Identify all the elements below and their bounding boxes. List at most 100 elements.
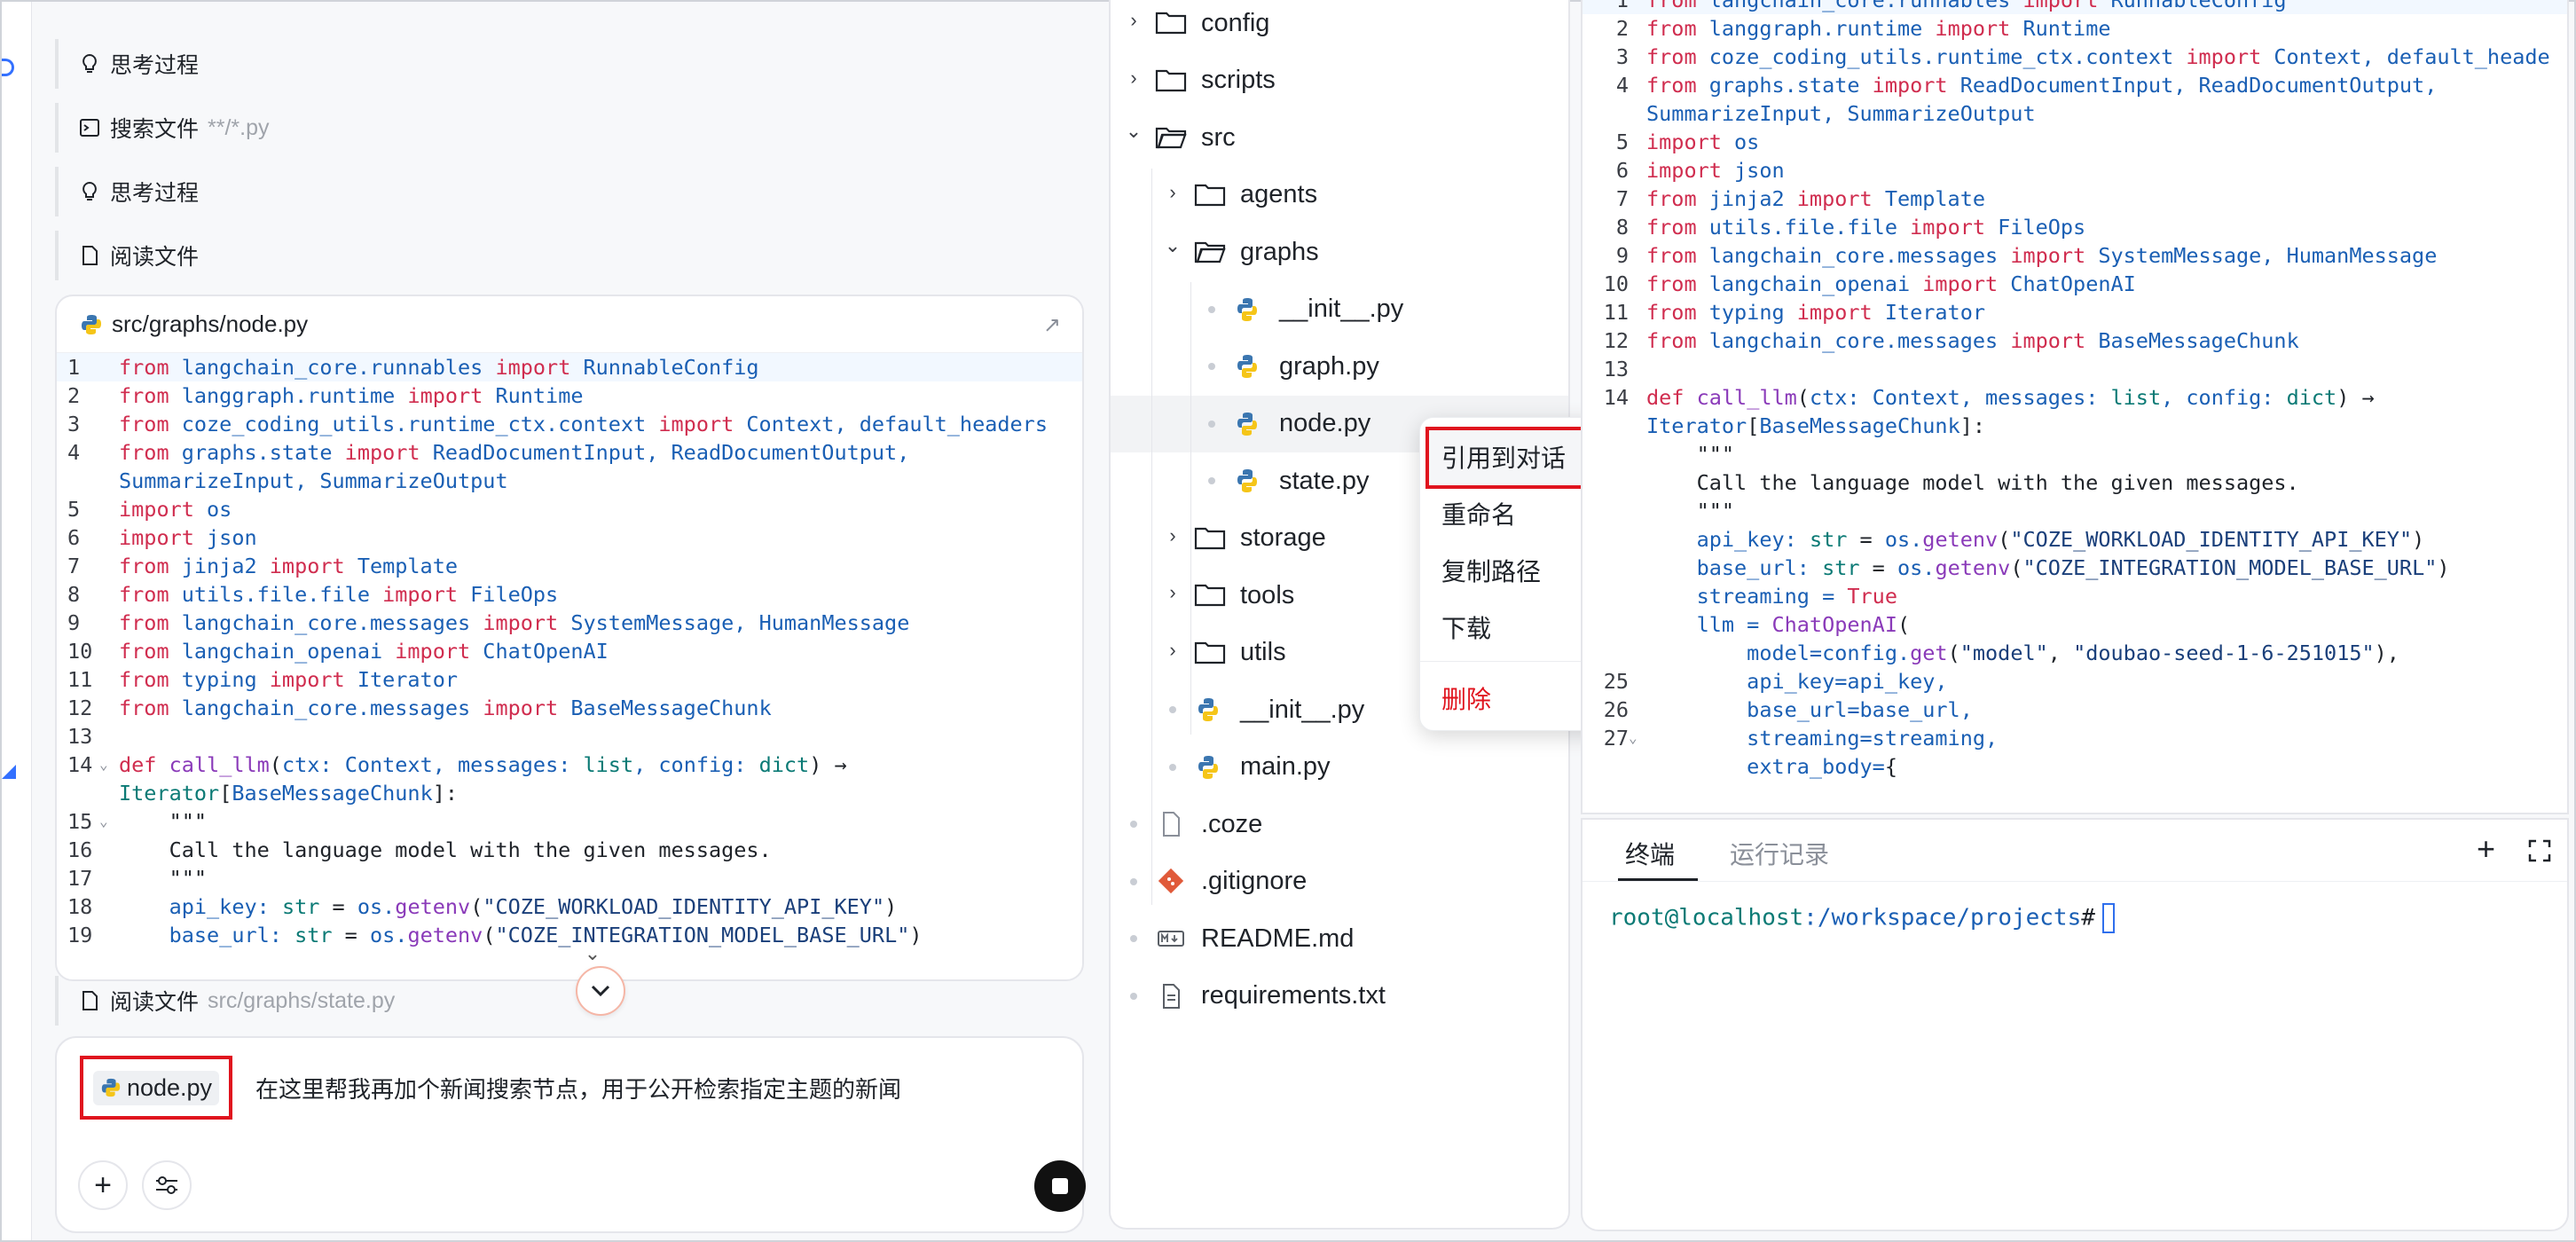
step-item[interactable]: 思考过程 [55,167,1084,216]
chevron-right-icon[interactable]: › [1164,581,1182,604]
tree-file[interactable]: .gitignore [1111,853,1568,910]
menu-item-rename[interactable]: 重命名 [1441,496,1516,531]
menu-item-delete[interactable]: 删除 [1441,680,1491,716]
open-external-icon[interactable]: ↗ [1043,312,1061,338]
line-number: 27 ⌄ [1603,724,1637,752]
tree-file[interactable]: .coze [1111,796,1568,853]
code-token: """ [119,866,208,891]
code-token: [ [1747,413,1760,438]
code-token: ) [909,923,923,947]
chevron-right-icon[interactable]: › [1125,9,1143,32]
fullscreen-icon[interactable] [2528,839,2551,862]
tree-file[interactable]: README.md [1111,910,1568,967]
menu-item-copy-path[interactable]: 复制路径 [1441,553,1541,588]
file-reference-chip[interactable]: node.py [92,1070,220,1105]
menu-item-quote-to-chat[interactable]: 引用到对话 [1441,439,1566,475]
code-token: langchain_core.messages [169,696,483,720]
tree-folder[interactable]: ⌄ src [1111,109,1568,166]
code-line: Call the language model with the given m… [1583,468,2567,497]
code-token: import [407,383,483,408]
code-text: import os [1646,128,1759,156]
lightbulb-icon [82,181,97,200]
settings-sliders-button[interactable] [142,1160,192,1210]
line-number: 3 [1615,44,1629,69]
line-number: 3 [67,412,81,436]
code-token: call_llm [1684,385,1797,410]
code-token: get [1910,641,1948,665]
menu-item-download[interactable]: 下载 [1441,609,1491,645]
fold-chevron-icon[interactable]: ⌄ [99,751,108,779]
line-number: 1 [67,355,81,380]
chevron-right-icon[interactable]: › [1164,181,1182,204]
code-line: 4 from graphs.state import ReadDocumentIn… [57,438,1082,467]
line-number: 5 [67,497,81,522]
code-token: utils.file.file [1696,215,1911,240]
left-edge-strip [2,2,32,1240]
code-token: os. [1897,555,1936,580]
code-token: "doubao-seed-1-6-251015" [2073,641,2375,665]
scroll-more-chevron-icon[interactable]: ⌄ [577,942,609,964]
code-line: 3 from coze_coding_utils.runtime_ctx.cont… [57,410,1082,438]
tree-file[interactable]: main.py [1111,739,1568,796]
code-editor[interactable]: 1 from langchain_core.runnables import Ru… [1581,0,2569,814]
chevron-right-icon[interactable]: › [1164,639,1182,662]
step-item[interactable]: 搜索文件 **/*.py [55,103,1084,153]
code-line: 14 ⌄ def call_llm(ctx: Context, messages: … [57,751,1082,779]
step-item[interactable]: 阅读文件 [55,231,1084,280]
chevron-right-icon[interactable]: › [1125,67,1143,90]
tab-run-log[interactable]: 运行记录 [1730,836,1829,871]
fold-chevron-icon[interactable]: ⌄ [99,807,108,836]
chat-input-box[interactable]: node.py 在这里帮我再加个新闻搜索节点，用于公开检索指定主题的新闻 + [55,1036,1086,1233]
tree-folder[interactable]: ⌄ graphs [1111,224,1568,280]
chat-input-text[interactable]: 在这里帮我再加个新闻搜索节点，用于公开检索指定主题的新闻 [255,1072,901,1104]
tree-file[interactable]: requirements.txt [1111,968,1568,1025]
step-read-file-state[interactable]: 阅读文件 src/graphs/state.py [55,976,1084,1026]
code-token: extra_body= [1646,754,1885,779]
code-token: from [1646,44,1697,69]
tree-file[interactable]: __init__.py [1111,281,1568,338]
python-file-icon [82,314,101,334]
bullet-icon [1130,992,1137,1000]
line-number: 14 [1603,385,1629,410]
line-number: 13 [1603,357,1629,381]
terminal-panel[interactable]: 终端 运行记录 + root@localhost:/workspace/proj… [1581,818,2569,1231]
tree-folder[interactable]: › config [1111,0,1568,51]
line-number [1583,554,1646,582]
code-token: Iterator [344,667,459,692]
code-token: api_key: [119,894,282,919]
tree-folder[interactable]: › agents [1111,167,1568,224]
chevron-down-icon[interactable]: ⌄ [1164,234,1182,257]
tree-file[interactable]: graph.py [1111,338,1568,395]
chevron-down-icon[interactable]: ⌄ [1125,120,1143,143]
code-token: Runtime [483,383,584,408]
code-token: import [1646,158,1722,183]
code-token: from [1646,243,1697,268]
code-token: coze_coding_utils.runtime_ctx.context [1696,44,2187,69]
chevron-right-icon[interactable]: › [1164,524,1182,547]
tree-folder[interactable]: › scripts [1111,52,1568,109]
code-token: ctx: Context, messages: [1809,385,2111,410]
edge-corner-icon [2,765,16,779]
stop-generation-button[interactable] [1034,1160,1086,1212]
fold-chevron-icon[interactable]: ⌄ [1629,724,1637,752]
terminal-prompt[interactable]: root@localhost:/workspace/projects# [1609,903,2115,933]
line-number [1583,752,1646,781]
code-token: import [269,667,345,692]
code-text: SummarizeInput, SummarizeOutput [119,467,508,495]
code-text: Iterator[BaseMessageChunk]: [119,779,458,807]
code-token: import [483,610,559,635]
new-terminal-button[interactable]: + [2477,830,2495,868]
tree-item-label: node.py [1279,409,1371,437]
code-line: 13 [1583,355,2567,383]
tab-terminal[interactable]: 终端 [1625,836,1675,871]
add-attachment-button[interactable]: + [78,1160,128,1210]
code-card-header[interactable]: src/graphs/node.py ↗ [57,296,1082,353]
code-text: from langgraph.runtime import Runtime [1646,14,2111,43]
step-label: 阅读文件 [110,990,200,1015]
code-token: typing [1696,300,1797,325]
code-line: extra_body={ [1583,752,2567,781]
bullet-icon [1169,763,1176,771]
step-item[interactable]: 思考过程 [55,39,1084,89]
code-token: ChatOpenAI [470,639,609,664]
code-token: base_url: [1646,555,1823,580]
